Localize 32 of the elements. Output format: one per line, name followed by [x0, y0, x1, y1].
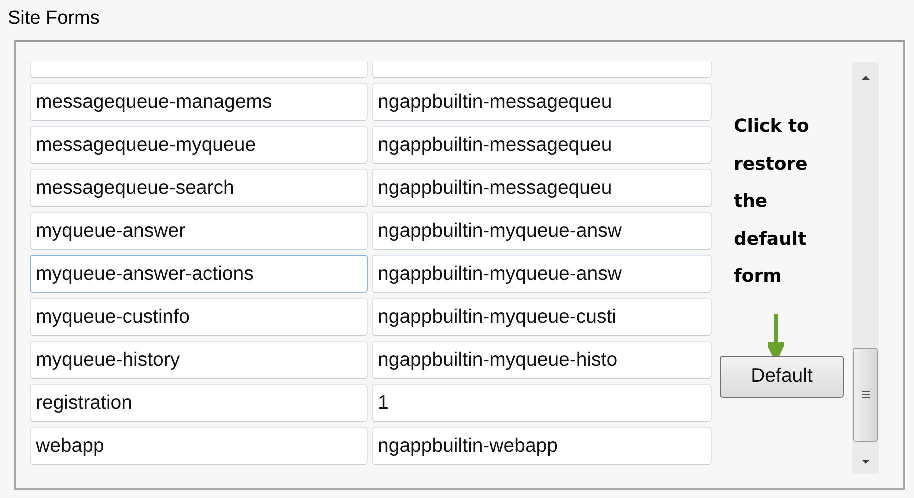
input-field[interactable] — [30, 62, 368, 78]
scrollbar-thumb[interactable] — [853, 348, 878, 442]
callout-text: default — [734, 228, 808, 252]
input-field[interactable]: messagequeue-search — [30, 169, 368, 207]
callout-text: the — [734, 190, 769, 214]
input-field[interactable]: ngappbuiltin-myqueue-answ — [372, 212, 712, 250]
input-field[interactable]: registration — [30, 384, 368, 422]
input-field[interactable]: messagequeue-managems — [30, 83, 368, 121]
default-button[interactable]: Default — [720, 356, 844, 398]
callout-text: form — [734, 265, 783, 289]
callout-text: restore — [734, 152, 809, 176]
input-field[interactable] — [372, 62, 712, 78]
callout-text: Click to — [734, 115, 810, 139]
grip-icon — [862, 390, 870, 400]
input-field[interactable]: ngappbuiltin-myqueue-custi — [372, 298, 712, 336]
input-field[interactable]: messagequeue-myqueue — [30, 126, 368, 164]
input-field[interactable]: ngappbuiltin-webapp — [372, 427, 712, 465]
input-field[interactable]: myqueue-answer-actions — [30, 255, 368, 293]
input-field[interactable]: webapp — [30, 427, 368, 465]
scroll-down-icon[interactable] — [860, 458, 870, 466]
input-field[interactable]: ngappbuiltin-messagequeu — [372, 169, 712, 207]
input-field[interactable]: myqueue-answer — [30, 212, 368, 250]
section-title: Site Forms — [8, 8, 101, 30]
input-field[interactable]: myqueue-custinfo — [30, 298, 368, 336]
input-field[interactable]: 1 — [372, 384, 712, 422]
input-field[interactable]: ngappbuiltin-messagequeu — [372, 126, 712, 164]
scroll-up-icon[interactable] — [860, 74, 870, 82]
scrollbar[interactable] — [852, 62, 879, 474]
input-field[interactable]: ngappbuiltin-myqueue-histo — [372, 341, 712, 379]
input-field[interactable]: ngappbuiltin-messagequeu — [372, 83, 712, 121]
input-field[interactable]: ngappbuiltin-myqueue-answ — [372, 255, 712, 293]
input-field[interactable]: myqueue-history — [30, 341, 368, 379]
